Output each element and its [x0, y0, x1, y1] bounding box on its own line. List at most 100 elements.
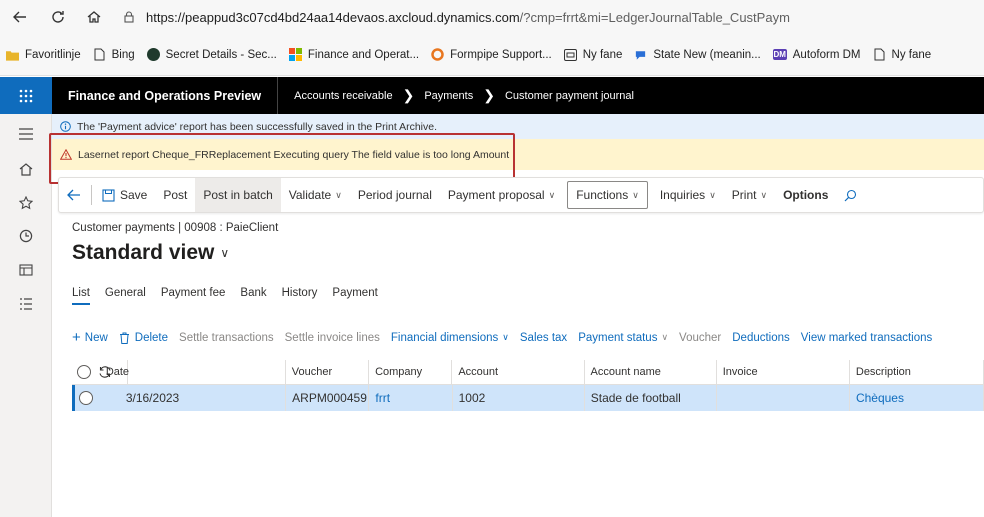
new-button[interactable]: + New: [72, 329, 108, 346]
plus-icon: +: [72, 329, 81, 346]
column-header-date[interactable]: Date: [104, 360, 286, 384]
favorite-ny-fane-2[interactable]: Ny fane: [873, 48, 932, 61]
cell-description[interactable]: Chèques: [850, 385, 984, 411]
tab-history[interactable]: History: [282, 287, 318, 305]
favorite-bing[interactable]: Bing: [93, 48, 135, 61]
cell-account[interactable]: 1002: [453, 385, 585, 411]
favorite-formpipe[interactable]: Formpipe Support...: [431, 48, 552, 61]
functions-button[interactable]: Functions ∨: [567, 181, 648, 209]
tab-payment-fee[interactable]: Payment fee: [161, 287, 226, 305]
view-selector[interactable]: Standard view ∨: [72, 241, 229, 265]
record-caption: Customer payments | 00908 : PaieClient: [72, 222, 279, 234]
home-icon[interactable]: [80, 3, 108, 31]
period-journal-button[interactable]: Period journal: [350, 178, 440, 212]
workspace-icon[interactable]: [17, 261, 35, 279]
validate-button[interactable]: Validate ∨: [281, 178, 350, 212]
favorite-label: Ny fane: [891, 48, 932, 61]
cell-date[interactable]: 3/16/2023: [120, 385, 287, 411]
search-icon: [844, 189, 857, 201]
modules-list-icon[interactable]: [17, 295, 35, 313]
favorite-favoritlinje[interactable]: Favoritlinje: [6, 48, 81, 61]
favorite-ny-fane[interactable]: Ny fane: [563, 48, 622, 61]
post-in-batch-button[interactable]: Post in batch: [195, 178, 281, 212]
cell-account-name[interactable]: Stade de football: [585, 385, 717, 411]
hamburger-icon[interactable]: [17, 125, 35, 143]
breadcrumb-accounts-receivable[interactable]: Accounts receivable: [294, 90, 392, 102]
lock-icon: [124, 11, 134, 23]
breadcrumb-payments[interactable]: Payments: [424, 90, 473, 102]
options-button[interactable]: Options: [775, 178, 836, 212]
windows-icon: [288, 48, 302, 61]
validate-label: Validate: [288, 188, 332, 202]
inquiries-label: Inquiries: [659, 188, 706, 202]
secret-icon: [146, 48, 160, 61]
favorite-state-new[interactable]: State New (meanin...: [634, 48, 761, 61]
tab-bank[interactable]: Bank: [240, 287, 266, 305]
deductions-button[interactable]: Deductions: [732, 332, 790, 344]
chevron-down-icon: ∨: [548, 189, 556, 200]
favorite-autoform-dm[interactable]: DM Autoform DM: [772, 48, 861, 61]
app-launcher-icon[interactable]: [0, 77, 52, 114]
tab-strip: List General Payment fee Bank History Pa…: [72, 287, 393, 305]
sales-tax-button[interactable]: Sales tax: [520, 332, 567, 344]
print-button[interactable]: Print ∨: [724, 178, 775, 212]
dm-icon: DM: [772, 49, 787, 60]
favorite-label: Autoform DM: [792, 48, 861, 61]
folder-icon: [6, 48, 19, 61]
favorite-finance-operations[interactable]: Finance and Operat...: [288, 48, 419, 61]
back-button[interactable]: [59, 178, 89, 212]
radio-circle-icon: [77, 365, 92, 379]
breadcrumb-customer-payment-journal[interactable]: Customer payment journal: [505, 90, 634, 102]
refresh-icon[interactable]: [44, 3, 72, 31]
cell-company[interactable]: frrt: [369, 385, 453, 411]
settle-invoice-lines-button[interactable]: Settle invoice lines: [285, 332, 380, 344]
settle-transactions-button[interactable]: Settle transactions: [179, 332, 274, 344]
column-header-company[interactable]: Company: [369, 360, 453, 384]
tab-payment[interactable]: Payment: [332, 287, 377, 305]
tab-general[interactable]: General: [105, 287, 146, 305]
left-nav: [0, 114, 52, 517]
radio-circle-icon: [78, 391, 93, 405]
post-button[interactable]: Post: [155, 178, 195, 212]
financial-dimensions-button[interactable]: Financial dimensions ∨: [391, 332, 509, 344]
column-header-voucher[interactable]: Voucher: [286, 360, 370, 384]
chevron-right-icon: ❯: [483, 87, 495, 103]
table-row[interactable]: 3/16/2023 ARPM000459 frrt 1002 Stade de …: [72, 385, 984, 411]
url-path: /?cmp=frrt&mi=LedgerJournalTable_CustPay…: [519, 9, 790, 25]
address-bar[interactable]: https://peappud3c07cd4bd24aa14devaos.axc…: [122, 10, 790, 25]
save-button[interactable]: Save: [94, 178, 155, 212]
payment-proposal-button[interactable]: Payment proposal ∨: [440, 178, 563, 212]
browser-address-row: https://peappud3c07cd4bd24aa14devaos.axc…: [0, 0, 984, 34]
tab-list[interactable]: List: [72, 287, 90, 305]
tab-icon: [563, 48, 577, 61]
star-icon[interactable]: [17, 194, 35, 212]
action-pane: Save Post Post in batch Validate ∨ Period…: [58, 177, 984, 213]
search-button[interactable]: [836, 178, 865, 212]
delete-button[interactable]: Delete: [119, 332, 168, 344]
column-header-invoice[interactable]: Invoice: [717, 360, 850, 384]
column-header-account[interactable]: Account: [452, 360, 585, 384]
payment-status-button[interactable]: Payment status ∨: [578, 332, 668, 344]
column-header-account-name[interactable]: Account name: [585, 360, 717, 384]
column-header-description[interactable]: Description: [850, 360, 984, 384]
chevron-down-icon: ∨: [760, 189, 768, 200]
save-label: Save: [120, 188, 148, 202]
favorite-secret-details[interactable]: Secret Details - Sec...: [146, 48, 277, 61]
chevron-down-icon: ∨: [632, 189, 639, 200]
inquiries-button[interactable]: Inquiries ∨: [652, 178, 724, 212]
cell-voucher[interactable]: ARPM000459: [286, 385, 370, 411]
clock-icon[interactable]: [17, 227, 35, 245]
view-marked-transactions-button[interactable]: View marked transactions: [801, 332, 932, 344]
favorite-label: State New (meanin...: [653, 48, 761, 61]
voucher-button[interactable]: Voucher: [679, 332, 721, 344]
row-select-checkbox[interactable]: [75, 385, 97, 411]
payment-proposal-label: Payment proposal: [447, 188, 545, 202]
back-arrow-icon[interactable]: [6, 3, 34, 31]
delete-label: Delete: [134, 331, 169, 344]
save-icon: [102, 188, 115, 202]
divider: [91, 185, 92, 205]
home-icon[interactable]: [17, 160, 35, 178]
select-all-checkbox[interactable]: [72, 360, 96, 384]
app-title[interactable]: Finance and Operations Preview: [52, 77, 279, 114]
cell-invoice[interactable]: [717, 385, 850, 411]
